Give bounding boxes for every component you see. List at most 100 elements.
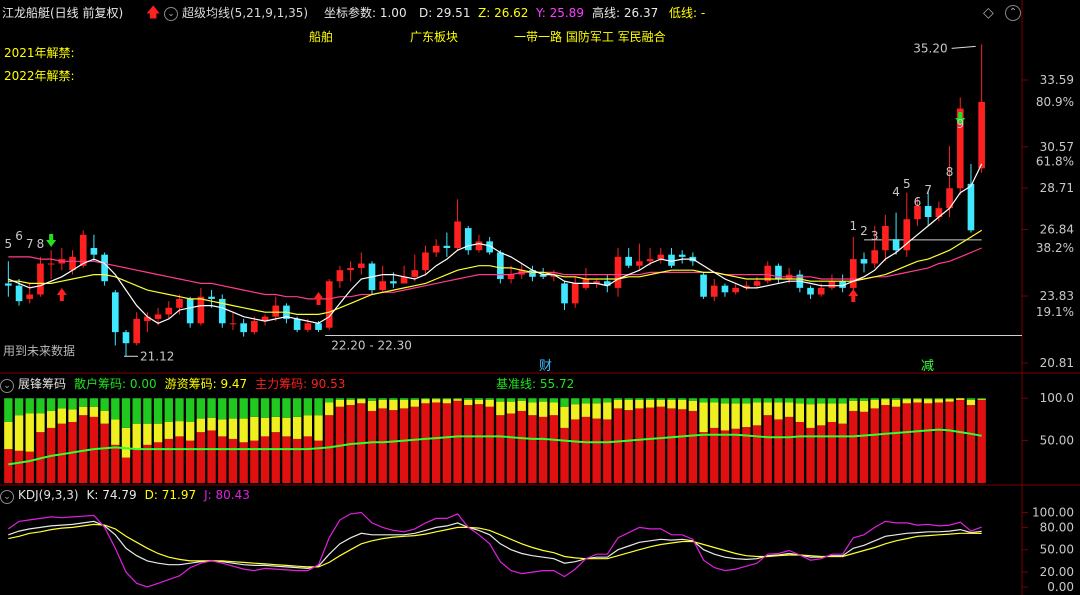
main-force-bar [956,399,965,483]
main-force-bar [282,436,291,483]
main-force-bar [720,430,730,483]
fib-tick-label: 61.8% [1036,155,1074,169]
candle-body [892,239,900,251]
main-force-bar [175,436,184,483]
retail-bar [752,398,762,403]
hot-money-bar [207,417,216,431]
hot-money-bar [881,399,890,406]
main-force-bar [367,410,377,483]
main-force-bar [902,403,911,483]
retail-bar [474,398,484,400]
sequence-count-label: 1 [849,219,857,233]
candle-body [325,281,333,328]
retail-bar [111,398,120,420]
retail-bar [849,398,858,401]
main-force-bar [389,410,398,483]
candle-body [753,281,761,286]
sell-arrow-icon-stem [49,234,54,240]
retail-bar [89,398,99,407]
sequence-count-label: 8 [37,237,45,251]
retail-bar [389,398,398,400]
retail-bar [881,398,890,400]
kdj-line-d [8,523,982,568]
hot-money-bar [410,399,419,407]
main-force-bar [859,411,869,483]
main-force-bar [924,403,933,483]
hot-money-bar [464,399,473,406]
hot-money-bar [571,404,580,420]
hot-money-bar [592,403,601,419]
retail-bar [913,398,922,400]
hot-money-bar [838,403,847,424]
retail-bar [645,398,655,400]
candle-body [197,296,205,324]
hot-money-bar [292,416,302,439]
hot-money-bar [143,423,152,445]
candle-body [240,323,247,333]
hot-money-bar [581,403,591,417]
candle-body [186,298,194,324]
hot-money-bar [538,401,548,417]
chart-canvas[interactable]: 33.59 30.57 28.71 26.84 23.83 20.81 80.9% 61.8%… [0,0,1080,595]
candle-body [849,259,857,288]
sell-arrow-icon [46,240,57,247]
main-force-bar [132,449,141,483]
retail-bar [688,398,698,401]
hot-money-bar [153,423,163,443]
retail-bar [271,398,280,417]
price-tick-label: 33.59 [1040,73,1074,87]
candle-body [454,221,461,249]
retail-bar [143,398,152,424]
main-force-bar [977,399,986,483]
hot-money-bar [710,402,719,428]
retail-bar [367,398,377,401]
hot-money-bar [474,399,484,405]
hot-money-bar [25,413,34,452]
main-force-bar [271,432,280,483]
retail-bar [699,398,708,403]
hot-money-bar [934,399,944,403]
hot-money-bar [421,399,430,404]
candle-body [561,283,568,304]
retail-bar [100,398,109,411]
retail-bar [79,398,88,407]
main-force-bar [474,404,484,483]
retail-bar [827,398,837,404]
fib-tick-label: 19.1% [1036,305,1074,319]
main-force-bar [410,406,419,483]
hot-money-bar [528,402,537,416]
kdj-tick-label: 50.00 [1040,543,1074,557]
candle-body [111,292,119,333]
candle-body [208,296,215,299]
hot-money-bar [891,399,901,407]
retail-bar [506,398,516,402]
main-force-bar [14,450,24,483]
retail-bar [260,398,270,418]
kdj-line-j [7,511,982,588]
main-force-bar [442,403,452,483]
fib-tick-label: 38.2% [1036,241,1074,255]
chips-tick-label: 100.0 [1040,391,1074,405]
buy-arrow-icon [848,289,859,296]
hot-money-bar [613,399,623,409]
candle-body [432,245,440,253]
candle-body [668,254,675,266]
candle-body [293,318,301,330]
candle-body [860,259,868,264]
retail-bar [228,398,238,419]
sequence-count-label: 6 [914,195,922,209]
main-force-bar [100,423,109,483]
ma-line-white [8,163,983,324]
hot-money-bar [496,401,505,416]
main-force-bar [538,416,548,483]
hot-money-bar [89,406,99,417]
main-force-bar [571,419,580,483]
retail-bar [517,398,526,401]
retail-bar [924,398,933,400]
hot-money-bar [517,400,526,411]
main-force-bar [528,415,537,483]
kdj-tick-label: 20.00 [1040,565,1074,579]
price-tick-label: 20.81 [1040,356,1074,370]
main-force-bar [688,410,698,483]
hot-money-bar [325,402,334,416]
